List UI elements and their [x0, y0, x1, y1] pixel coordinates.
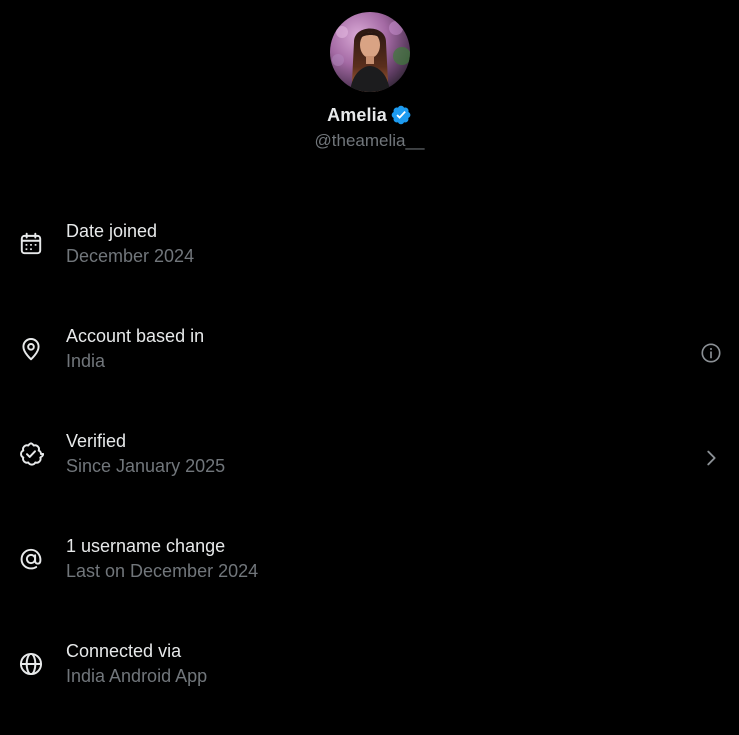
info-row-username-change: 1 username change Last on December 2024	[0, 525, 739, 630]
calendar-icon	[18, 231, 44, 257]
info-row-text: Date joined December 2024	[66, 220, 194, 267]
at-sign-icon	[18, 546, 44, 572]
verified-outline-icon	[18, 441, 44, 467]
info-row-text: Connected via India Android App	[66, 640, 207, 687]
info-row-account-based-in: Account based in India	[0, 315, 739, 420]
handle: @theamelia__	[314, 131, 425, 150]
info-row-subtitle: December 2024	[66, 246, 195, 266]
info-row-verified[interactable]: Verified Since January 2025	[0, 420, 739, 525]
info-row-text: Account based in India	[66, 325, 204, 372]
display-name: Amelia	[327, 104, 387, 125]
info-row-title: 1 username change	[66, 536, 226, 556]
globe-icon	[18, 651, 44, 677]
name-row: Amelia	[327, 103, 412, 127]
info-row-title: Verified	[66, 431, 127, 451]
location-pin-icon	[18, 336, 44, 362]
info-row-subtitle: India Android App	[66, 666, 208, 686]
profile-header: Amelia @theamelia__	[0, 12, 739, 151]
avatar[interactable]	[329, 12, 410, 92]
info-row-title: Connected via	[66, 641, 182, 661]
chevron-right-icon[interactable]	[699, 446, 723, 470]
info-row-subtitle: Since January 2025	[66, 456, 226, 476]
info-row-text: 1 username change Last on December 2024	[66, 535, 258, 582]
info-row-title: Account based in	[66, 326, 205, 346]
info-row-date-joined: Date joined December 2024	[0, 210, 739, 315]
account-info-list: Date joined December 2024 Account based …	[0, 210, 739, 735]
info-row-connected-via: Connected via India Android App	[0, 630, 739, 735]
info-row-subtitle: India	[66, 351, 106, 371]
info-row-title: Date joined	[66, 221, 158, 241]
info-row-text: Verified Since January 2025	[66, 430, 225, 477]
info-icon[interactable]	[699, 341, 723, 365]
verified-badge-icon	[391, 105, 411, 125]
info-row-subtitle: Last on December 2024	[66, 561, 259, 581]
